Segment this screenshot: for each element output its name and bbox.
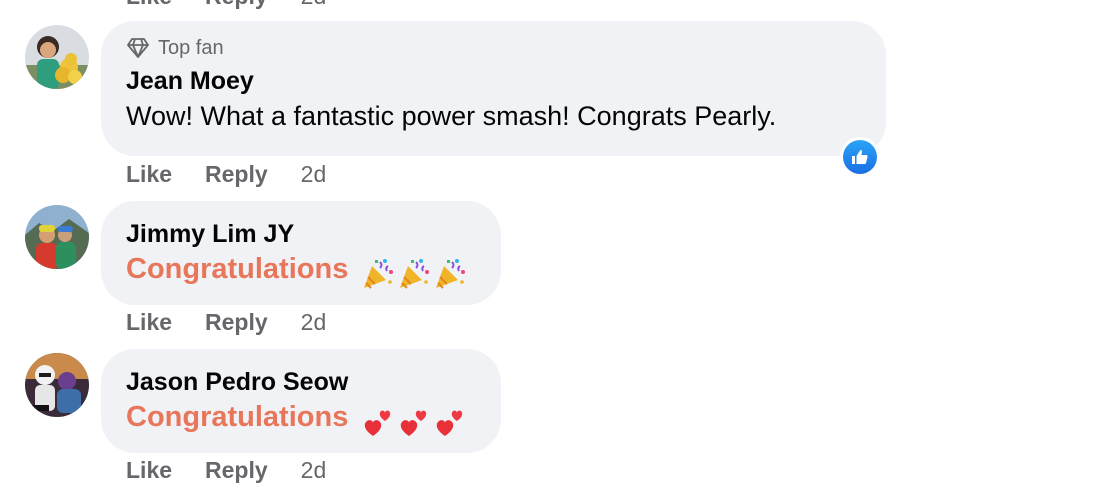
two-hearts-icon — [364, 410, 390, 436]
timestamp[interactable]: 2d — [301, 0, 327, 10]
like-button[interactable]: Like — [126, 161, 172, 188]
comment-bubble: Top fan Jean Moey Wow! What a fantastic … — [101, 21, 886, 156]
two-hearts-emojis — [361, 405, 469, 439]
avatar-photo — [25, 25, 89, 89]
comment-text: Wow! What a fantastic power smash! Congr… — [126, 101, 777, 131]
comment-body: Congratulations — [126, 401, 476, 439]
comment-actions-partial: Like Reply 2d — [126, 0, 326, 10]
comment-bubble: Jimmy Lim JY Congratulations — [101, 201, 501, 305]
avatar-photo — [25, 353, 89, 417]
comment-actions: Like Reply 2d — [126, 457, 326, 484]
timestamp[interactable]: 2d — [301, 457, 327, 484]
party-popper-emojis — [361, 257, 469, 291]
comment-author[interactable]: Jean Moey — [126, 67, 861, 96]
timestamp[interactable]: 2d — [301, 309, 327, 336]
two-hearts-icon — [400, 410, 426, 436]
party-popper-icon — [399, 258, 429, 289]
reaction-summary[interactable] — [840, 137, 880, 177]
reply-button[interactable]: Reply — [205, 0, 268, 10]
two-hearts-icon — [436, 410, 462, 436]
comment-text: Congratulations — [126, 401, 349, 433]
badge-label: Top fan — [158, 36, 224, 59]
thumbs-up-icon — [843, 140, 877, 174]
comment-bubble: Jason Pedro Seow Congratulations — [101, 349, 501, 453]
like-button[interactable]: Like — [126, 309, 172, 336]
timestamp[interactable]: 2d — [301, 161, 327, 188]
reply-button[interactable]: Reply — [205, 161, 268, 188]
like-button[interactable]: Like — [126, 457, 172, 484]
diamond-icon — [127, 38, 149, 58]
comment-author[interactable]: Jimmy Lim JY — [126, 220, 476, 249]
avatar[interactable] — [25, 25, 89, 89]
comment-actions: Like Reply 2d — [126, 161, 326, 188]
like-button[interactable]: Like — [126, 0, 172, 10]
party-popper-icon — [363, 258, 393, 289]
reply-button[interactable]: Reply — [205, 457, 268, 484]
top-fan-badge[interactable]: Top fan — [126, 36, 861, 60]
comment-actions: Like Reply 2d — [126, 309, 326, 336]
comment-body: Congratulations — [126, 253, 476, 291]
comment-text: Congratulations — [126, 253, 349, 285]
avatar[interactable] — [25, 353, 89, 417]
comment-author[interactable]: Jason Pedro Seow — [126, 368, 476, 397]
reply-button[interactable]: Reply — [205, 309, 268, 336]
avatar-photo — [25, 205, 89, 269]
avatar[interactable] — [25, 205, 89, 269]
party-popper-icon — [435, 258, 465, 289]
